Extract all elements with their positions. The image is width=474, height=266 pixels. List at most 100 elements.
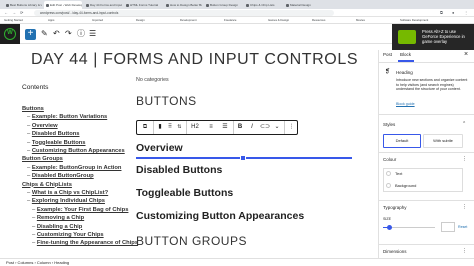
tab-label: Day 44 Forms and Input Controls [90,3,122,7]
browser-tab[interactable]: Day 44 Forms and Input Controls [84,1,122,9]
colour-section-label[interactable]: Colour [383,157,396,162]
nvidia-icon [398,30,416,44]
tab-favicon-icon [5,3,9,7]
background-colour-swatch[interactable] [386,183,391,188]
bookmark-item[interactable]: Apps [48,17,54,24]
details-icon[interactable]: ⓘ [77,28,85,40]
more-formatting-icon[interactable]: ⌄ [273,121,281,134]
toc-link[interactable]: Disabling a Chip [37,224,82,230]
reload-icon[interactable]: ⟳ [20,9,23,17]
toc-link[interactable]: Fine-tuning the Appearance of Chips [37,240,138,246]
toc-link[interactable]: Example: Button Variations [32,114,107,120]
heading-buttons[interactable]: BUTTONS [136,94,197,108]
toc-link[interactable]: Buttons [22,106,44,112]
toc-link[interactable]: Customizing Your Chips [37,232,104,238]
style-default-button[interactable]: Default [383,134,421,148]
bookmark-item[interactable]: Getting Started [4,17,23,24]
wordpress-logo-button[interactable]: W [0,24,20,44]
toc-link[interactable]: Exploring Individual Chips [32,198,105,204]
text-align-icon[interactable]: ☰ [219,121,231,134]
bookmark-icon[interactable]: ▮ [155,121,165,134]
block-guide-link[interactable]: Block guide [396,102,415,106]
url-field[interactable]: wordpress.com/post/.../day-44-forms-and-… [34,10,334,16]
bookmark-item[interactable]: Software Development [400,17,428,24]
menu-icon[interactable]: ⋮ [464,9,468,17]
heading-disabled-buttons[interactable]: Disabled Buttons [136,164,222,176]
font-size-input[interactable] [441,222,455,232]
more-options-icon[interactable]: ⋮ [462,248,467,254]
browser-tab[interactable]: Chips & Chip Lists [244,1,282,9]
move-up-down-icon[interactable]: ⇅ [175,121,184,134]
typography-section-label[interactable]: Typography [383,205,407,210]
more-options-icon[interactable]: ⋮ [462,204,467,210]
block-type-icon[interactable]: ⧉ [139,121,151,134]
tab-post[interactable]: Post [383,52,392,57]
bookmarks-bar: Getting Started Apps Imported Design Develop… [0,17,474,24]
bookmark-item[interactable]: Imported [92,17,103,24]
bookmark-item[interactable]: Development [180,17,196,24]
bookmark-item[interactable]: Movies [356,17,365,24]
toc-link[interactable]: Disabled Buttons [32,131,80,137]
browser-tab[interactable]: How to Design Better Buttons [164,1,202,9]
divider [379,114,474,115]
browser-tab[interactable]: Button Group Design [204,1,242,9]
toc-link[interactable]: Chips & ChipLists [22,182,72,188]
toc-link[interactable]: Overview [32,123,58,129]
drag-handle-icon[interactable]: ⠿ [166,121,174,134]
link-icon[interactable]: ⊂⊃ [259,121,271,134]
undo-icon[interactable]: ↶ [53,28,60,40]
toc-link[interactable]: Toggleable Buttons [32,140,86,146]
size-reset-button[interactable]: Reset [458,222,470,232]
browser-tab[interactable]: Edit Post ‹ Web Development [44,1,82,9]
chevron-up-icon[interactable]: ⌃ [462,121,466,127]
italic-button[interactable]: I [247,121,257,134]
toc-link[interactable]: Example: Your First Bag of Chips [37,207,129,213]
redo-icon[interactable]: ↷ [65,28,72,40]
bookmark-item[interactable]: Games & Design [268,17,289,24]
bookmark-item[interactable]: Design [136,17,145,24]
edit-tool-icon[interactable]: ✎ [41,28,48,40]
extensions-icon[interactable]: ⧉ [440,9,443,17]
heading-toggleable-buttons[interactable]: Toggleable Buttons [136,187,233,199]
text-colour-swatch[interactable] [386,171,391,176]
contents-heading[interactable]: Contents [22,84,48,91]
heading-overview[interactable]: Overview [136,142,183,154]
toc-link[interactable]: Customizing Button Appearances [32,148,125,154]
heading-level-button[interactable]: H2 [188,121,202,134]
toc-link[interactable]: What is a Chip vs ChipList? [32,190,108,196]
heading-customizing-buttons[interactable]: Customizing Button Appearances [136,210,304,222]
browser-tab[interactable]: HTML Forms Tutorial [124,1,162,9]
tab-block[interactable]: Block [400,52,411,57]
toc-link[interactable]: Button Groups [22,156,63,162]
block-resize-handle[interactable] [240,155,246,161]
background-colour-label[interactable]: Background [395,183,416,188]
style-subtle-button[interactable]: With subtle [423,134,463,148]
profile-icon[interactable]: ● [452,9,454,17]
browser-tab[interactable]: Material Design [284,1,322,9]
text-colour-label[interactable]: Text [395,171,402,176]
align-icon[interactable]: ≡ [205,121,217,134]
add-block-button[interactable]: + [25,29,36,40]
block-options-icon[interactable]: ⋮ [286,121,297,134]
font-size-slider-thumb[interactable] [387,225,392,230]
toc-link[interactable]: Example: ButtonGroup in Action [32,165,122,171]
toc-link[interactable]: Removing a Chip [37,215,84,221]
forward-icon[interactable]: → [12,9,16,17]
bold-button[interactable]: B [235,121,245,134]
bookmark-item[interactable]: Freelance [224,17,236,24]
heading-button-groups[interactable]: BUTTON GROUPS [136,234,247,248]
post-title[interactable]: DAY 44 | FORMS AND INPUT CONTROLS [31,51,358,69]
close-sidebar-button[interactable]: × [464,51,468,58]
categories-text: No categories [136,77,169,83]
list-view-icon[interactable]: ☰ [89,28,96,40]
bookmark-item[interactable]: Resources [312,17,325,24]
dimensions-section-label[interactable]: Dimensions [383,249,407,254]
more-options-icon[interactable]: ⋮ [462,156,467,162]
browser-tab[interactable]: Best Buttons Library & UI Kit [4,1,42,9]
toc-item: – Removing a Chip [32,215,84,222]
block-breadcrumb[interactable]: Post › Columns › Column › Heading [6,259,69,266]
toc-link[interactable]: Disabled ButtonGroup [32,173,94,179]
toc-item: – Toggleable Buttons [27,140,86,147]
back-icon[interactable]: ← [4,9,8,17]
styles-section-label[interactable]: Styles [383,122,395,127]
